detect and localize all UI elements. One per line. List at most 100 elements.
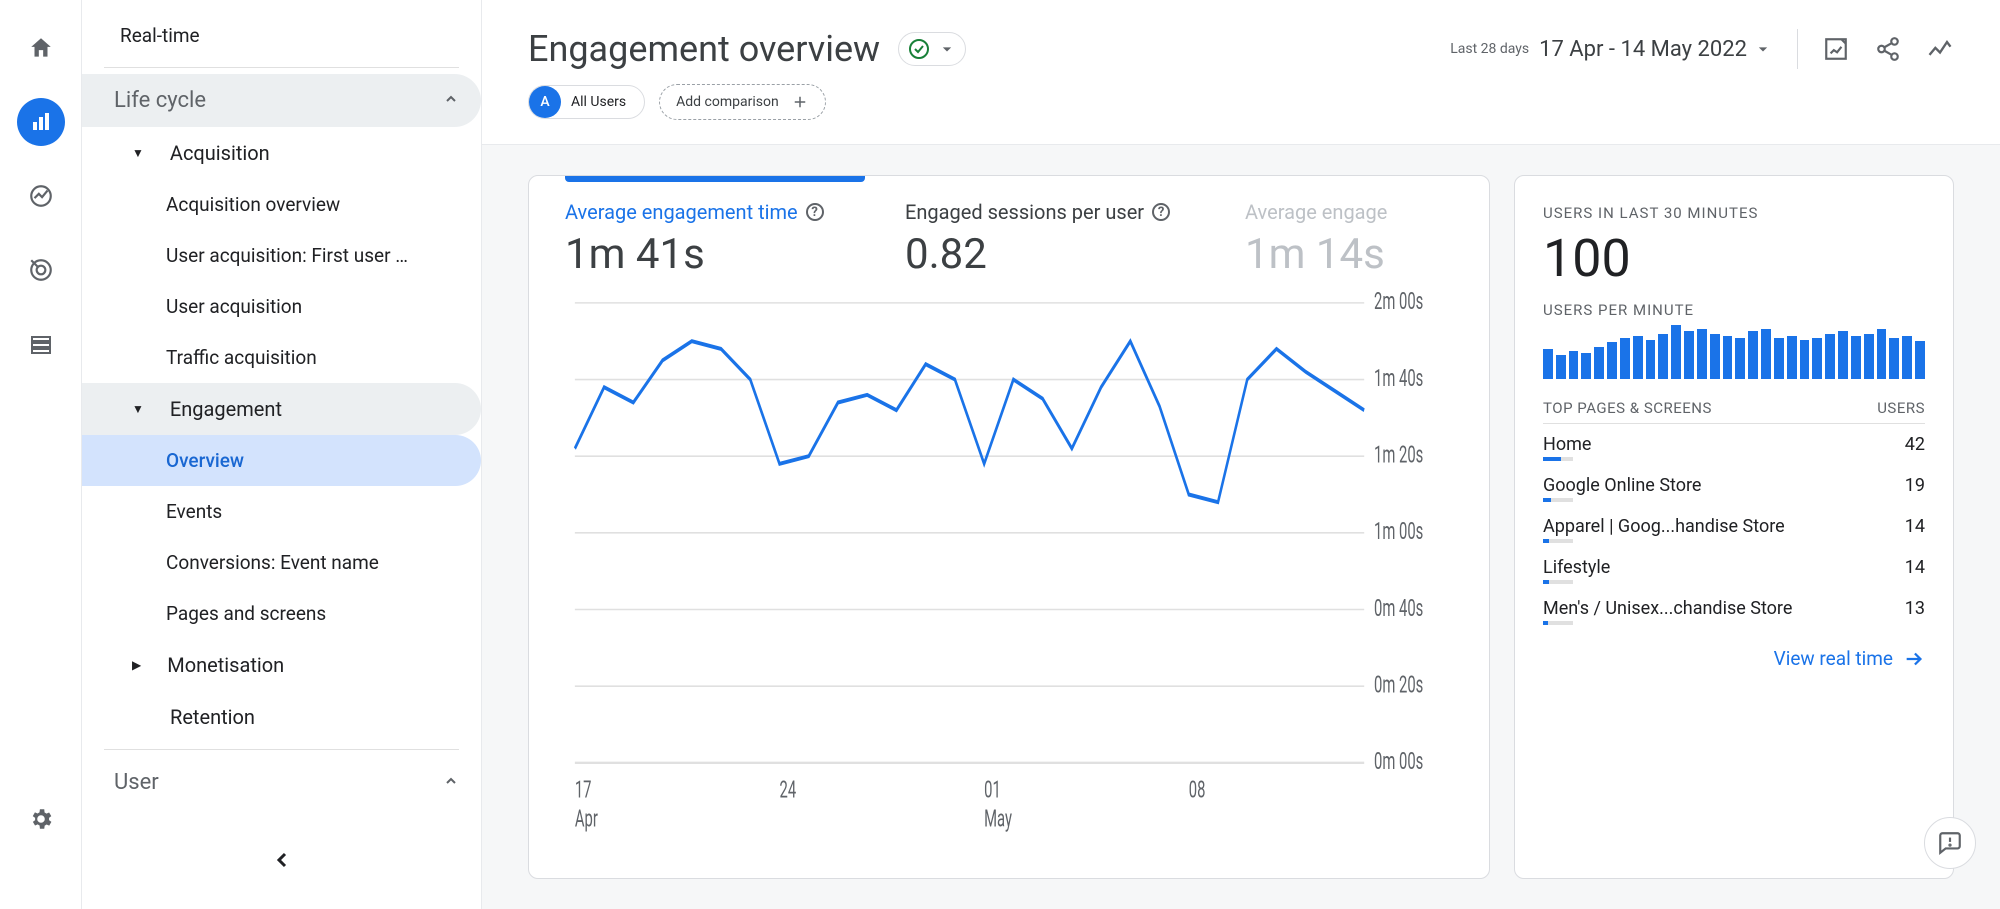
chevron-down-icon — [1753, 39, 1773, 59]
metric-overflow[interactable]: Average engage 1m 14s — [1245, 200, 1489, 279]
sidebar-item-retention[interactable]: Retention — [82, 691, 481, 743]
table-row[interactable]: Home 42 — [1543, 424, 1925, 461]
spark-bar — [1851, 336, 1861, 379]
table-row[interactable]: Apparel | Goog...handise Store 14 — [1543, 506, 1925, 543]
svg-text:24: 24 — [780, 776, 797, 804]
spark-bar — [1889, 338, 1899, 379]
sidebar-item-realtime[interactable]: Real-time — [82, 10, 481, 61]
audience-label: All Users — [571, 94, 626, 110]
sidebar-group-engagement[interactable]: ▼ Engagement — [82, 383, 481, 435]
sidebar-item-pages-screens[interactable]: Pages and screens — [82, 588, 481, 639]
active-metric-indicator — [565, 176, 865, 182]
plus-icon — [791, 93, 809, 111]
svg-text:0m 00s: 0m 00s — [1374, 748, 1423, 776]
customize-report-icon[interactable] — [1822, 35, 1850, 63]
row-value: 14 — [1905, 557, 1925, 578]
rail-configure-icon[interactable] — [17, 320, 65, 368]
audience-badge: A — [529, 86, 561, 118]
spark-bar — [1787, 336, 1797, 379]
row-value: 14 — [1905, 516, 1925, 537]
svg-text:17: 17 — [575, 776, 592, 804]
sidebar-item-engagement-overview[interactable]: Overview — [82, 435, 481, 486]
sidebar-item-acquisition-overview[interactable]: Acquisition overview — [82, 179, 481, 230]
main: Engagement overview Last 28 days 17 Apr … — [482, 0, 2000, 909]
add-comparison-button[interactable]: Add comparison — [659, 84, 826, 120]
table-row[interactable]: Google Online Store 19 — [1543, 465, 1925, 502]
line-chart[interactable]: 0m 00s0m 20s0m 40s1m 00s1m 20s1m 40s2m 0… — [529, 287, 1489, 878]
rail-ads-icon[interactable] — [17, 246, 65, 294]
sidebar-item-user-acquisition-first[interactable]: User acquisition: First user … — [82, 230, 481, 281]
spark-bar — [1684, 331, 1694, 379]
sidebar-item-user-acquisition[interactable]: User acquisition — [82, 281, 481, 332]
rail-home-icon[interactable] — [17, 24, 65, 72]
spark-bar — [1633, 336, 1643, 379]
status-dropdown[interactable] — [898, 32, 966, 66]
rail-reports-icon[interactable] — [17, 98, 65, 146]
metric-label: Average engagement time — [565, 200, 798, 224]
sidebar-item-conversions[interactable]: Conversions: Event name — [82, 537, 481, 588]
spark-bar — [1915, 341, 1925, 379]
group-label: Retention — [170, 705, 255, 729]
feedback-button[interactable] — [1924, 817, 1976, 869]
sidebar-group-acquisition[interactable]: ▼ Acquisition — [82, 127, 481, 179]
svg-text:0m 20s: 0m 20s — [1374, 671, 1423, 699]
sidebar-group-monetisation[interactable]: ▶ Monetisation — [82, 639, 481, 691]
arrow-right-icon — [1903, 648, 1925, 670]
chevron-up-icon — [443, 88, 459, 113]
spark-bar — [1710, 334, 1720, 379]
chevron-down-icon: ▼ — [132, 146, 144, 160]
chevron-down-icon: ▼ — [132, 402, 144, 416]
audience-chip[interactable]: A All Users — [528, 85, 645, 119]
date-range-picker[interactable]: Last 28 days 17 Apr - 14 May 2022 — [1450, 37, 1773, 62]
spark-bar — [1594, 347, 1604, 379]
rail-explore-icon[interactable] — [17, 172, 65, 220]
spark-bar — [1877, 329, 1887, 379]
metric-engaged-sessions[interactable]: Engaged sessions per user ? 0.82 — [905, 200, 1185, 279]
collapse-sidebar-button[interactable] — [270, 846, 294, 879]
sidebar-item-events[interactable]: Events — [82, 486, 481, 537]
page-header: Engagement overview Last 28 days 17 Apr … — [482, 0, 2000, 70]
spark-bar — [1774, 338, 1784, 379]
sidebar-section-lifecycle[interactable]: Life cycle — [82, 74, 481, 127]
metric-label: Average engage — [1245, 200, 1387, 224]
view-realtime-link[interactable]: View real time — [1543, 647, 1925, 670]
sidebar-item-traffic-acquisition[interactable]: Traffic acquisition — [82, 332, 481, 383]
row-progress — [1543, 498, 1573, 502]
svg-text:08: 08 — [1189, 776, 1206, 804]
svg-text:Apr: Apr — [575, 805, 598, 833]
svg-text:1m 00s: 1m 00s — [1374, 518, 1423, 546]
help-icon[interactable]: ? — [806, 203, 824, 221]
row-label: Apparel | Goog...handise Store — [1543, 516, 1785, 537]
users-per-minute-label: USERS PER MINUTE — [1543, 301, 1925, 319]
row-progress — [1543, 580, 1573, 584]
rail-settings-icon[interactable] — [17, 795, 65, 843]
spark-bar — [1569, 351, 1579, 379]
help-icon[interactable]: ? — [1152, 203, 1170, 221]
sidebar-section-user[interactable]: User — [82, 756, 481, 809]
row-label: Google Online Store — [1543, 475, 1701, 496]
sparkline-bars — [1543, 325, 1925, 379]
spark-bar — [1723, 336, 1733, 379]
row-value: 19 — [1905, 475, 1925, 496]
table-header-right: USERS — [1877, 399, 1925, 417]
icon-rail — [0, 0, 82, 909]
spark-bar — [1646, 340, 1656, 379]
spark-bar — [1864, 334, 1874, 379]
realtime-heading: USERS IN LAST 30 MINUTES — [1543, 204, 1925, 222]
row-progress — [1543, 621, 1573, 625]
spark-bar — [1607, 342, 1617, 379]
spark-bar — [1902, 336, 1912, 379]
chevron-right-icon: ▶ — [132, 658, 141, 672]
spark-bar — [1658, 334, 1668, 379]
metric-avg-engagement-time[interactable]: Average engagement time ? 1m 41s — [565, 200, 845, 279]
svg-text:1m 20s: 1m 20s — [1374, 441, 1423, 469]
insights-icon[interactable] — [1926, 35, 1954, 63]
share-icon[interactable] — [1874, 35, 1902, 63]
table-header-left: TOP PAGES & SCREENS — [1543, 399, 1712, 417]
chevron-up-icon — [443, 770, 459, 795]
spark-bar — [1581, 353, 1591, 379]
spark-bar — [1556, 355, 1566, 379]
spark-bar — [1761, 329, 1771, 379]
table-row[interactable]: Lifestyle 14 — [1543, 547, 1925, 584]
table-row[interactable]: Men's / Unisex...chandise Store 13 — [1543, 588, 1925, 625]
